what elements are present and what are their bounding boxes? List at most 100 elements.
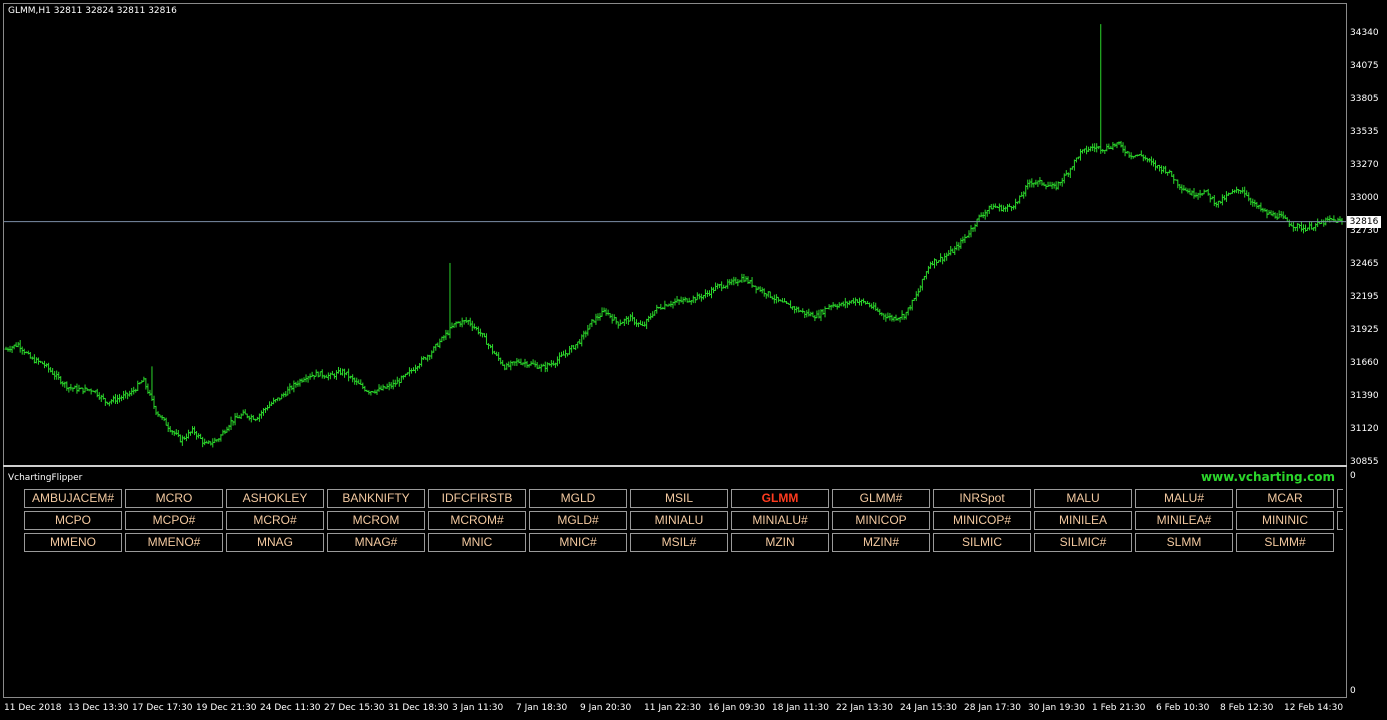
- symbol-button-mcar[interactable]: MCAR: [1236, 489, 1334, 508]
- ohlc-bar: [1078, 148, 1082, 161]
- ohlc-bar: [336, 366, 340, 374]
- ohlc-bar: [450, 322, 454, 329]
- ohlc-bar: [608, 312, 612, 319]
- ohlc-bar: [499, 357, 503, 365]
- ohlc-bar: [669, 300, 673, 308]
- x-tick-label: 12 Feb 14:30: [1284, 703, 1344, 713]
- y-tick-label: 32465: [1350, 258, 1379, 269]
- ohlc-bar: [926, 265, 930, 274]
- symbol-button-glmm-hash[interactable]: GLMM#: [832, 489, 930, 508]
- symbol-button-mnag-hash[interactable]: MNAG#: [327, 533, 425, 552]
- symbol-button-glmm[interactable]: GLMM: [731, 489, 829, 508]
- symbol-button-mcrom-hash[interactable]: MCROM#: [428, 511, 526, 530]
- button-overflow-stub: [1337, 489, 1343, 508]
- ohlc-bar: [1026, 179, 1030, 190]
- symbol-button-minicop[interactable]: MINICOP: [832, 511, 930, 530]
- ohlc-bar: [487, 343, 491, 350]
- symbol-button-mgld-hash[interactable]: MGLD#: [529, 511, 627, 530]
- ohlc-bar: [655, 304, 659, 314]
- symbol-button-msil[interactable]: MSIL: [630, 489, 728, 508]
- ohlc-bar: [1249, 197, 1253, 206]
- ohlc-bar: [543, 361, 547, 373]
- ohlc-bar: [1162, 166, 1166, 173]
- ohlc-bar: [906, 307, 910, 316]
- ohlc-bar: [22, 348, 26, 355]
- ohlc-bar: [1034, 179, 1038, 186]
- ohlc-bar: [1192, 188, 1196, 199]
- ohlc-bar: [949, 246, 953, 256]
- symbol-button-banknifty[interactable]: BANKNIFTY: [327, 489, 425, 508]
- price-chart[interactable]: [0, 0, 1387, 720]
- symbol-button-mgld[interactable]: MGLD: [529, 489, 627, 508]
- symbol-button-slmm[interactable]: SLMM: [1135, 533, 1233, 552]
- ohlc-bar: [1160, 165, 1164, 175]
- x-tick-label: 24 Jan 15:30: [900, 703, 957, 713]
- symbol-button-mcro[interactable]: MCRO: [125, 489, 223, 508]
- ohlc-bar: [823, 306, 827, 318]
- symbol-button-silmic-hash[interactable]: SILMIC#: [1034, 533, 1132, 552]
- ohlc-bar: [736, 279, 740, 287]
- symbol-button-minialu-hash[interactable]: MINIALU#: [731, 511, 829, 530]
- ohlc-bar: [1158, 164, 1162, 172]
- ohlc-bar: [347, 368, 351, 382]
- symbol-button-mzin-hash[interactable]: MZIN#: [832, 533, 930, 552]
- x-tick-label: 16 Jan 09:30: [708, 703, 765, 713]
- symbol-button-slmm-hash[interactable]: SLMM#: [1236, 533, 1334, 552]
- ohlc-bar: [515, 357, 519, 367]
- ohlc-bar: [918, 285, 922, 293]
- symbol-button-mininic[interactable]: MININIC: [1236, 511, 1334, 530]
- symbol-button-inrspot[interactable]: INRSpot: [933, 489, 1031, 508]
- ohlc-bar: [805, 310, 809, 318]
- ohlc-bar: [1220, 194, 1224, 206]
- ohlc-bar: [1030, 178, 1034, 188]
- ohlc-bar: [1182, 185, 1186, 191]
- ohlc-bar: [414, 364, 418, 374]
- ohlc-bar: [953, 246, 957, 256]
- symbol-button-malu-hash[interactable]: MALU#: [1135, 489, 1233, 508]
- pane-separator[interactable]: [3, 465, 1347, 467]
- y-tick-label: 33270: [1350, 159, 1379, 170]
- symbol-button-minialu[interactable]: MINIALU: [630, 511, 728, 530]
- symbol-button-mcpo[interactable]: MCPO: [24, 511, 122, 530]
- ohlc-bar: [389, 382, 393, 389]
- ohlc-bar: [278, 397, 282, 401]
- symbol-button-mcrom[interactable]: MCROM: [327, 511, 425, 530]
- ohlc-bar: [468, 317, 472, 327]
- symbol-button-minilea[interactable]: MINILEA: [1034, 511, 1132, 530]
- x-tick-label: 19 Dec 21:30: [196, 703, 257, 713]
- ohlc-bar: [985, 210, 989, 217]
- ohlc-bar: [442, 335, 446, 341]
- symbol-button-mnic[interactable]: MNIC: [428, 533, 526, 552]
- symbol-button-mnic-hash[interactable]: MNIC#: [529, 533, 627, 552]
- ohlc-bar: [1239, 189, 1243, 194]
- symbol-button-mnag[interactable]: MNAG: [226, 533, 324, 552]
- ohlc-bar: [166, 422, 170, 433]
- symbol-button-ambujacem-hash[interactable]: AMBUJACEM#: [24, 489, 122, 508]
- symbol-button-silmic[interactable]: SILMIC: [933, 533, 1031, 552]
- chart-window[interactable]: GLMM,H1 32811 32824 32811 32816 Vchartin…: [0, 0, 1387, 720]
- ohlc-bar: [229, 416, 233, 430]
- ohlc-bar: [1275, 212, 1279, 220]
- chart-border-bottom: [3, 697, 1347, 698]
- x-tick-label: 30 Jan 19:30: [1028, 703, 1085, 713]
- symbol-button-mcpo-hash[interactable]: MCPO#: [125, 511, 223, 530]
- symbol-button-idfcfirstb[interactable]: IDFCFIRSTB: [428, 489, 526, 508]
- ohlc-bar: [176, 429, 180, 438]
- symbol-button-mzin[interactable]: MZIN: [731, 533, 829, 552]
- ohlc-bar: [695, 292, 699, 301]
- symbol-button-malu[interactable]: MALU: [1034, 489, 1132, 508]
- symbol-button-mmeno-hash[interactable]: MMENO#: [125, 533, 223, 552]
- ohlc-bar: [288, 383, 292, 394]
- symbol-button-msil-hash[interactable]: MSIL#: [630, 533, 728, 552]
- symbol-button-minicop-hash[interactable]: MINICOP#: [933, 511, 1031, 530]
- brand-link[interactable]: www.vcharting.com: [1201, 470, 1335, 484]
- ohlc-bar: [231, 420, 235, 426]
- symbol-button-ashokley[interactable]: ASHOKLEY: [226, 489, 324, 508]
- ohlc-bar: [126, 392, 130, 400]
- ohlc-bar: [1222, 195, 1226, 201]
- ohlc-bar: [1202, 189, 1206, 195]
- symbol-button-mmeno[interactable]: MMENO: [24, 533, 122, 552]
- symbol-button-mcro-hash[interactable]: MCRO#: [226, 511, 324, 530]
- ohlc-bar: [1121, 142, 1125, 153]
- symbol-button-minilea-hash[interactable]: MINILEA#: [1135, 511, 1233, 530]
